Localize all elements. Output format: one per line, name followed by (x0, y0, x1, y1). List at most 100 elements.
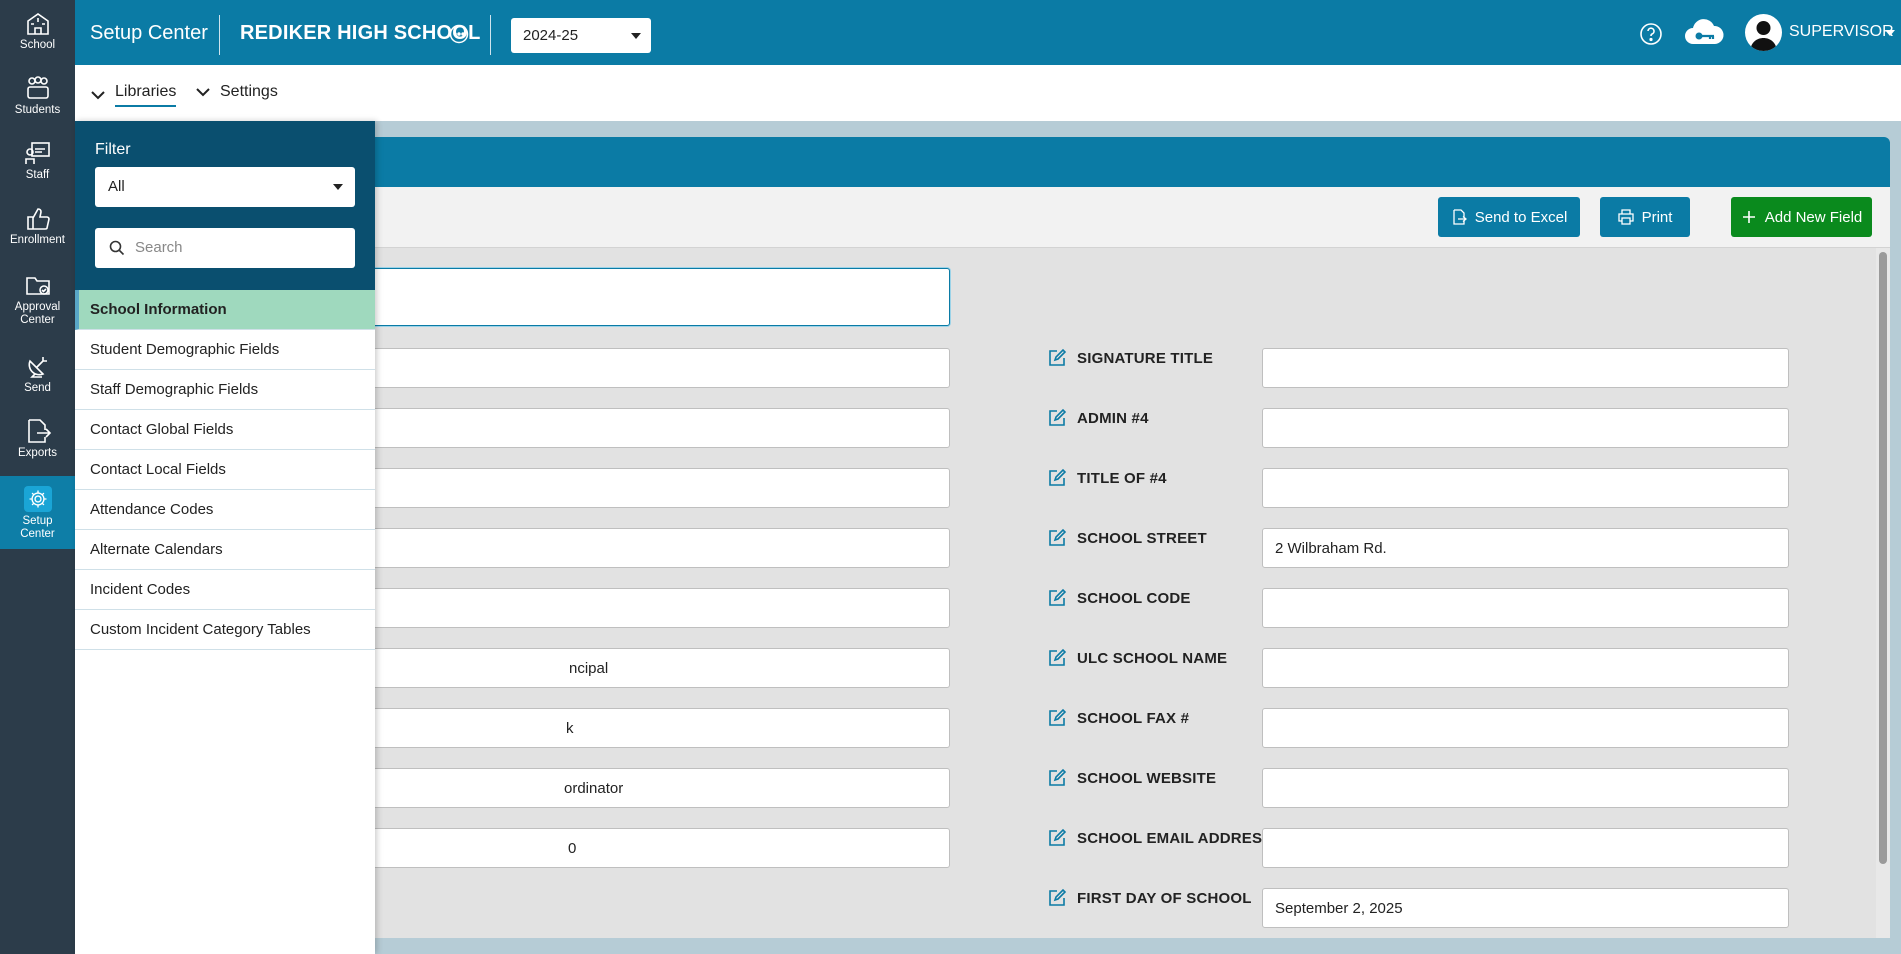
rail-label: Enrollment (10, 234, 65, 246)
field-row: ADMIN #4 (1047, 408, 1149, 428)
user-menu[interactable]: SUPERVISOR (1789, 23, 1894, 41)
library-item-incident-codes[interactable]: Incident Codes (75, 570, 375, 610)
library-item-alternate-calendars[interactable]: Alternate Calendars (75, 530, 375, 570)
rail-item-send[interactable]: Send (0, 343, 75, 405)
school-year-select[interactable]: 2024-25 (511, 18, 651, 53)
field-input-signature-title[interactable] (1262, 348, 1789, 388)
field-input-left-1[interactable]: OOL (280, 268, 950, 326)
edit-icon[interactable] (1047, 768, 1067, 788)
satellite-dish-icon (28, 357, 47, 378)
scrollbar[interactable] (1876, 248, 1890, 938)
gear-icon (23, 486, 52, 512)
field-row: SCHOOL FAX # (1047, 708, 1189, 728)
field-label: SIGNATURE TITLE (1077, 349, 1214, 367)
search-placeholder: Search (135, 239, 183, 256)
help-icon[interactable] (1639, 22, 1663, 46)
filter-value: All (108, 178, 125, 195)
send-to-excel-button[interactable]: Send to Excel (1438, 197, 1580, 237)
avatar[interactable] (1745, 14, 1782, 51)
field-input-left-8[interactable]: k (280, 708, 950, 748)
chevron-down-icon (91, 91, 105, 100)
field-input-left-10[interactable]: 0 (280, 828, 950, 868)
field-input-admin-4[interactable] (1262, 408, 1789, 448)
edit-icon[interactable] (1047, 528, 1067, 548)
button-label: Send to Excel (1474, 208, 1568, 226)
filter-label: Filter (95, 141, 131, 158)
field-row: FIRST DAY OF SCHOOL (1047, 888, 1252, 908)
edit-icon[interactable] (1047, 888, 1067, 908)
field-input-school-street[interactable]: 2 Wilbraham Rd. (1262, 528, 1789, 568)
edit-icon[interactable] (1047, 708, 1067, 728)
library-item-staff-demographic-fields[interactable]: Staff Demographic Fields (75, 370, 375, 410)
field-input-left-4[interactable] (280, 468, 950, 508)
library-item-school-information[interactable]: School Information (75, 290, 375, 330)
filter-select[interactable]: All (95, 167, 355, 207)
plus-icon (1742, 211, 1755, 223)
tab-label: Settings (220, 83, 278, 100)
search-input[interactable]: Search (95, 228, 355, 268)
rail-item-staff[interactable]: Staff (0, 130, 75, 192)
field-label: SCHOOL EMAIL ADDRESS (1077, 829, 1273, 847)
edit-icon[interactable] (1047, 468, 1067, 488)
field-label: ADMIN #4 (1077, 409, 1149, 427)
edit-icon[interactable] (1047, 828, 1067, 848)
export-file-icon (27, 419, 51, 443)
field-input-title-of-4[interactable] (1262, 468, 1789, 508)
school-year-value: 2024-25 (523, 27, 579, 44)
field-input-left-2[interactable] (280, 348, 950, 388)
more-options-icon[interactable] (449, 24, 469, 44)
tab-settings[interactable]: Settings (194, 83, 278, 101)
field-label: SCHOOL STREET (1077, 529, 1207, 547)
cloud-key-icon[interactable] (1683, 18, 1725, 48)
chevron-down-icon (196, 88, 210, 97)
edit-icon[interactable] (1047, 588, 1067, 608)
rail-item-approval-center[interactable]: Approval Center (0, 262, 75, 332)
rail-item-setup-center[interactable]: Setup Center (0, 476, 75, 549)
chevron-down-icon (631, 33, 641, 39)
field-input-school-fax[interactable] (1262, 708, 1789, 748)
edit-icon[interactable] (1047, 408, 1067, 428)
library-item-contact-global-fields[interactable]: Contact Global Fields (75, 410, 375, 450)
chevron-down-icon[interactable] (1885, 30, 1895, 36)
rail-item-enrollment[interactable]: Enrollment (0, 195, 75, 257)
field-label: ULC SCHOOL NAME (1077, 649, 1228, 667)
field-input-ulc-school-name[interactable] (1262, 648, 1789, 688)
field-input-left-5[interactable] (280, 528, 950, 568)
field-row: TITLE OF #4 (1047, 468, 1167, 488)
tab-libraries[interactable]: Libraries (89, 83, 177, 107)
app-rail: School Students Staff Enrollment Approva… (0, 0, 75, 954)
field-input-school-email[interactable] (1262, 828, 1789, 868)
library-list: School Information Student Demographic F… (75, 290, 375, 650)
rail-item-school[interactable]: School (0, 0, 75, 62)
flyout-filter-area: Filter All Search (75, 121, 375, 290)
print-button[interactable]: Print (1600, 197, 1690, 237)
rail-label: Exports (18, 447, 57, 459)
field-label: SCHOOL WEBSITE (1077, 769, 1217, 787)
rail-label: Students (14, 104, 61, 116)
edit-icon[interactable] (1047, 648, 1067, 668)
field-input-school-website[interactable] (1262, 768, 1789, 808)
library-item-contact-local-fields[interactable]: Contact Local Fields (75, 450, 375, 490)
add-new-field-button[interactable]: Add New Field (1731, 197, 1872, 237)
field-input-first-day-of-school[interactable]: September 2, 2025 (1262, 888, 1789, 928)
field-input-left-7[interactable]: ncipal (280, 648, 950, 688)
field-row: SIGNATURE TITLE (1047, 348, 1213, 368)
rail-item-exports[interactable]: Exports (0, 408, 75, 470)
edit-icon[interactable] (1047, 348, 1067, 368)
scrollbar-thumb[interactable] (1879, 252, 1887, 864)
staff-icon (24, 142, 50, 164)
libraries-flyout: Filter All Search School Information Stu… (75, 121, 375, 954)
school-name: REDIKER HIGH SCHOOL (240, 22, 481, 44)
field-input-left-3[interactable] (280, 408, 950, 448)
field-input-left-9[interactable]: ordinator (280, 768, 950, 808)
library-item-student-demographic-fields[interactable]: Student Demographic Fields (75, 330, 375, 370)
field-row: SCHOOL EMAIL ADDRESS (1047, 828, 1272, 848)
rail-label: Send (24, 382, 51, 394)
field-row: ULC SCHOOL NAME (1047, 648, 1227, 668)
rail-item-students[interactable]: Students (0, 65, 75, 127)
library-item-custom-incident-category-tables[interactable]: Custom Incident Category Tables (75, 610, 375, 650)
field-row: SCHOOL STREET (1047, 528, 1207, 548)
field-input-left-6[interactable] (280, 588, 950, 628)
field-input-school-code[interactable] (1262, 588, 1789, 628)
library-item-attendance-codes[interactable]: Attendance Codes (75, 490, 375, 530)
